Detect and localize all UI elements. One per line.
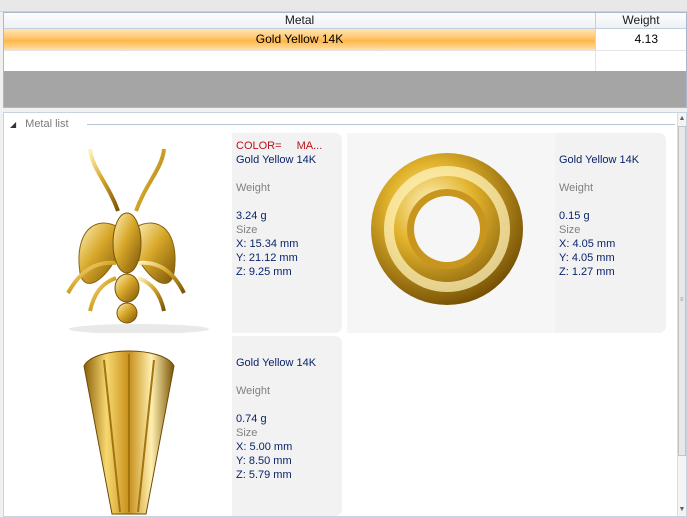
cell-weight[interactable]: 4.13 (596, 29, 686, 50)
scroll-down-icon[interactable]: ▼ (678, 505, 686, 515)
divider (87, 124, 675, 125)
scroll-up-icon[interactable]: ▲ (678, 114, 686, 124)
metal-name: Gold Yellow 14K (236, 357, 317, 369)
size-label: Size (236, 224, 258, 236)
metal-name: Gold Yellow 14K (236, 154, 317, 166)
weight-label: Weight (559, 182, 594, 194)
size-x: X: 15.34 mm (236, 238, 299, 250)
collapse-triangle-icon[interactable]: ◢ (10, 120, 16, 129)
fluted-bail-image (83, 350, 175, 515)
weight-value: 0.15 g (559, 210, 590, 222)
metal-list-panel: ◢ Metal list COLOR= MA... Gold Yellow 14… (3, 112, 687, 517)
metal-card[interactable]: Gold Yellow 14K Weight 0.74 g Size X: 5.… (24, 336, 342, 516)
column-header-weight[interactable]: Weight (596, 13, 686, 28)
size-z: Z: 1.27 mm (559, 266, 615, 278)
size-label: Size (236, 427, 258, 439)
column-header-metal[interactable]: Metal (4, 13, 596, 28)
size-x: X: 5.00 mm (236, 441, 293, 453)
metal-card[interactable]: COLOR= MA... Gold Yellow 14K Weight 3.24… (24, 133, 342, 333)
size-z: Z: 5.79 mm (236, 469, 292, 481)
group-header[interactable]: ◢ Metal list (10, 117, 69, 131)
cell-metal-empty[interactable] (4, 51, 596, 71)
size-y: Y: 4.05 mm (559, 252, 615, 264)
grid-header: Metal Weight (4, 13, 686, 29)
size-y: Y: 21.12 mm (236, 252, 298, 264)
gold-ring-image (347, 133, 555, 333)
metal-info: COLOR= MA... Gold Yellow 14K Weight 3.24… (232, 133, 342, 333)
metal-info: Gold Yellow 14K Weight 0.15 g Size X: 4.… (555, 133, 666, 333)
scrollbar-thumb[interactable]: ≡ (678, 126, 686, 456)
size-z: Z: 9.25 mm (236, 266, 292, 278)
cell-metal[interactable]: Gold Yellow 14K (4, 29, 596, 50)
weight-value: 3.24 g (236, 210, 267, 222)
grid-empty-area (4, 71, 686, 107)
size-x: X: 4.05 mm (559, 238, 616, 250)
metal-name: Gold Yellow 14K (559, 154, 640, 166)
vertical-scrollbar[interactable]: ▲ ≡ ▼ (677, 113, 686, 516)
new-row[interactable] (4, 50, 686, 71)
metal-card[interactable]: Gold Yellow 14K Weight 0.15 g Size X: 4.… (347, 133, 666, 333)
weight-label: Weight (236, 182, 271, 194)
weight-label: Weight (236, 385, 271, 397)
grip-icon: ≡ (680, 297, 684, 303)
size-label: Size (559, 224, 581, 236)
color-label: COLOR= (236, 140, 282, 152)
weight-value: 0.74 g (236, 413, 267, 425)
table-row[interactable]: Gold Yellow 14K 4.13 (4, 29, 686, 50)
color-extra: MA... (296, 140, 323, 152)
metal-info: Gold Yellow 14K Weight 0.74 g Size X: 5.… (232, 336, 342, 516)
size-y: Y: 8.50 mm (236, 455, 292, 467)
top-strip (0, 0, 687, 12)
fly-pendant-image (66, 148, 209, 333)
group-title: Metal list (25, 118, 69, 130)
